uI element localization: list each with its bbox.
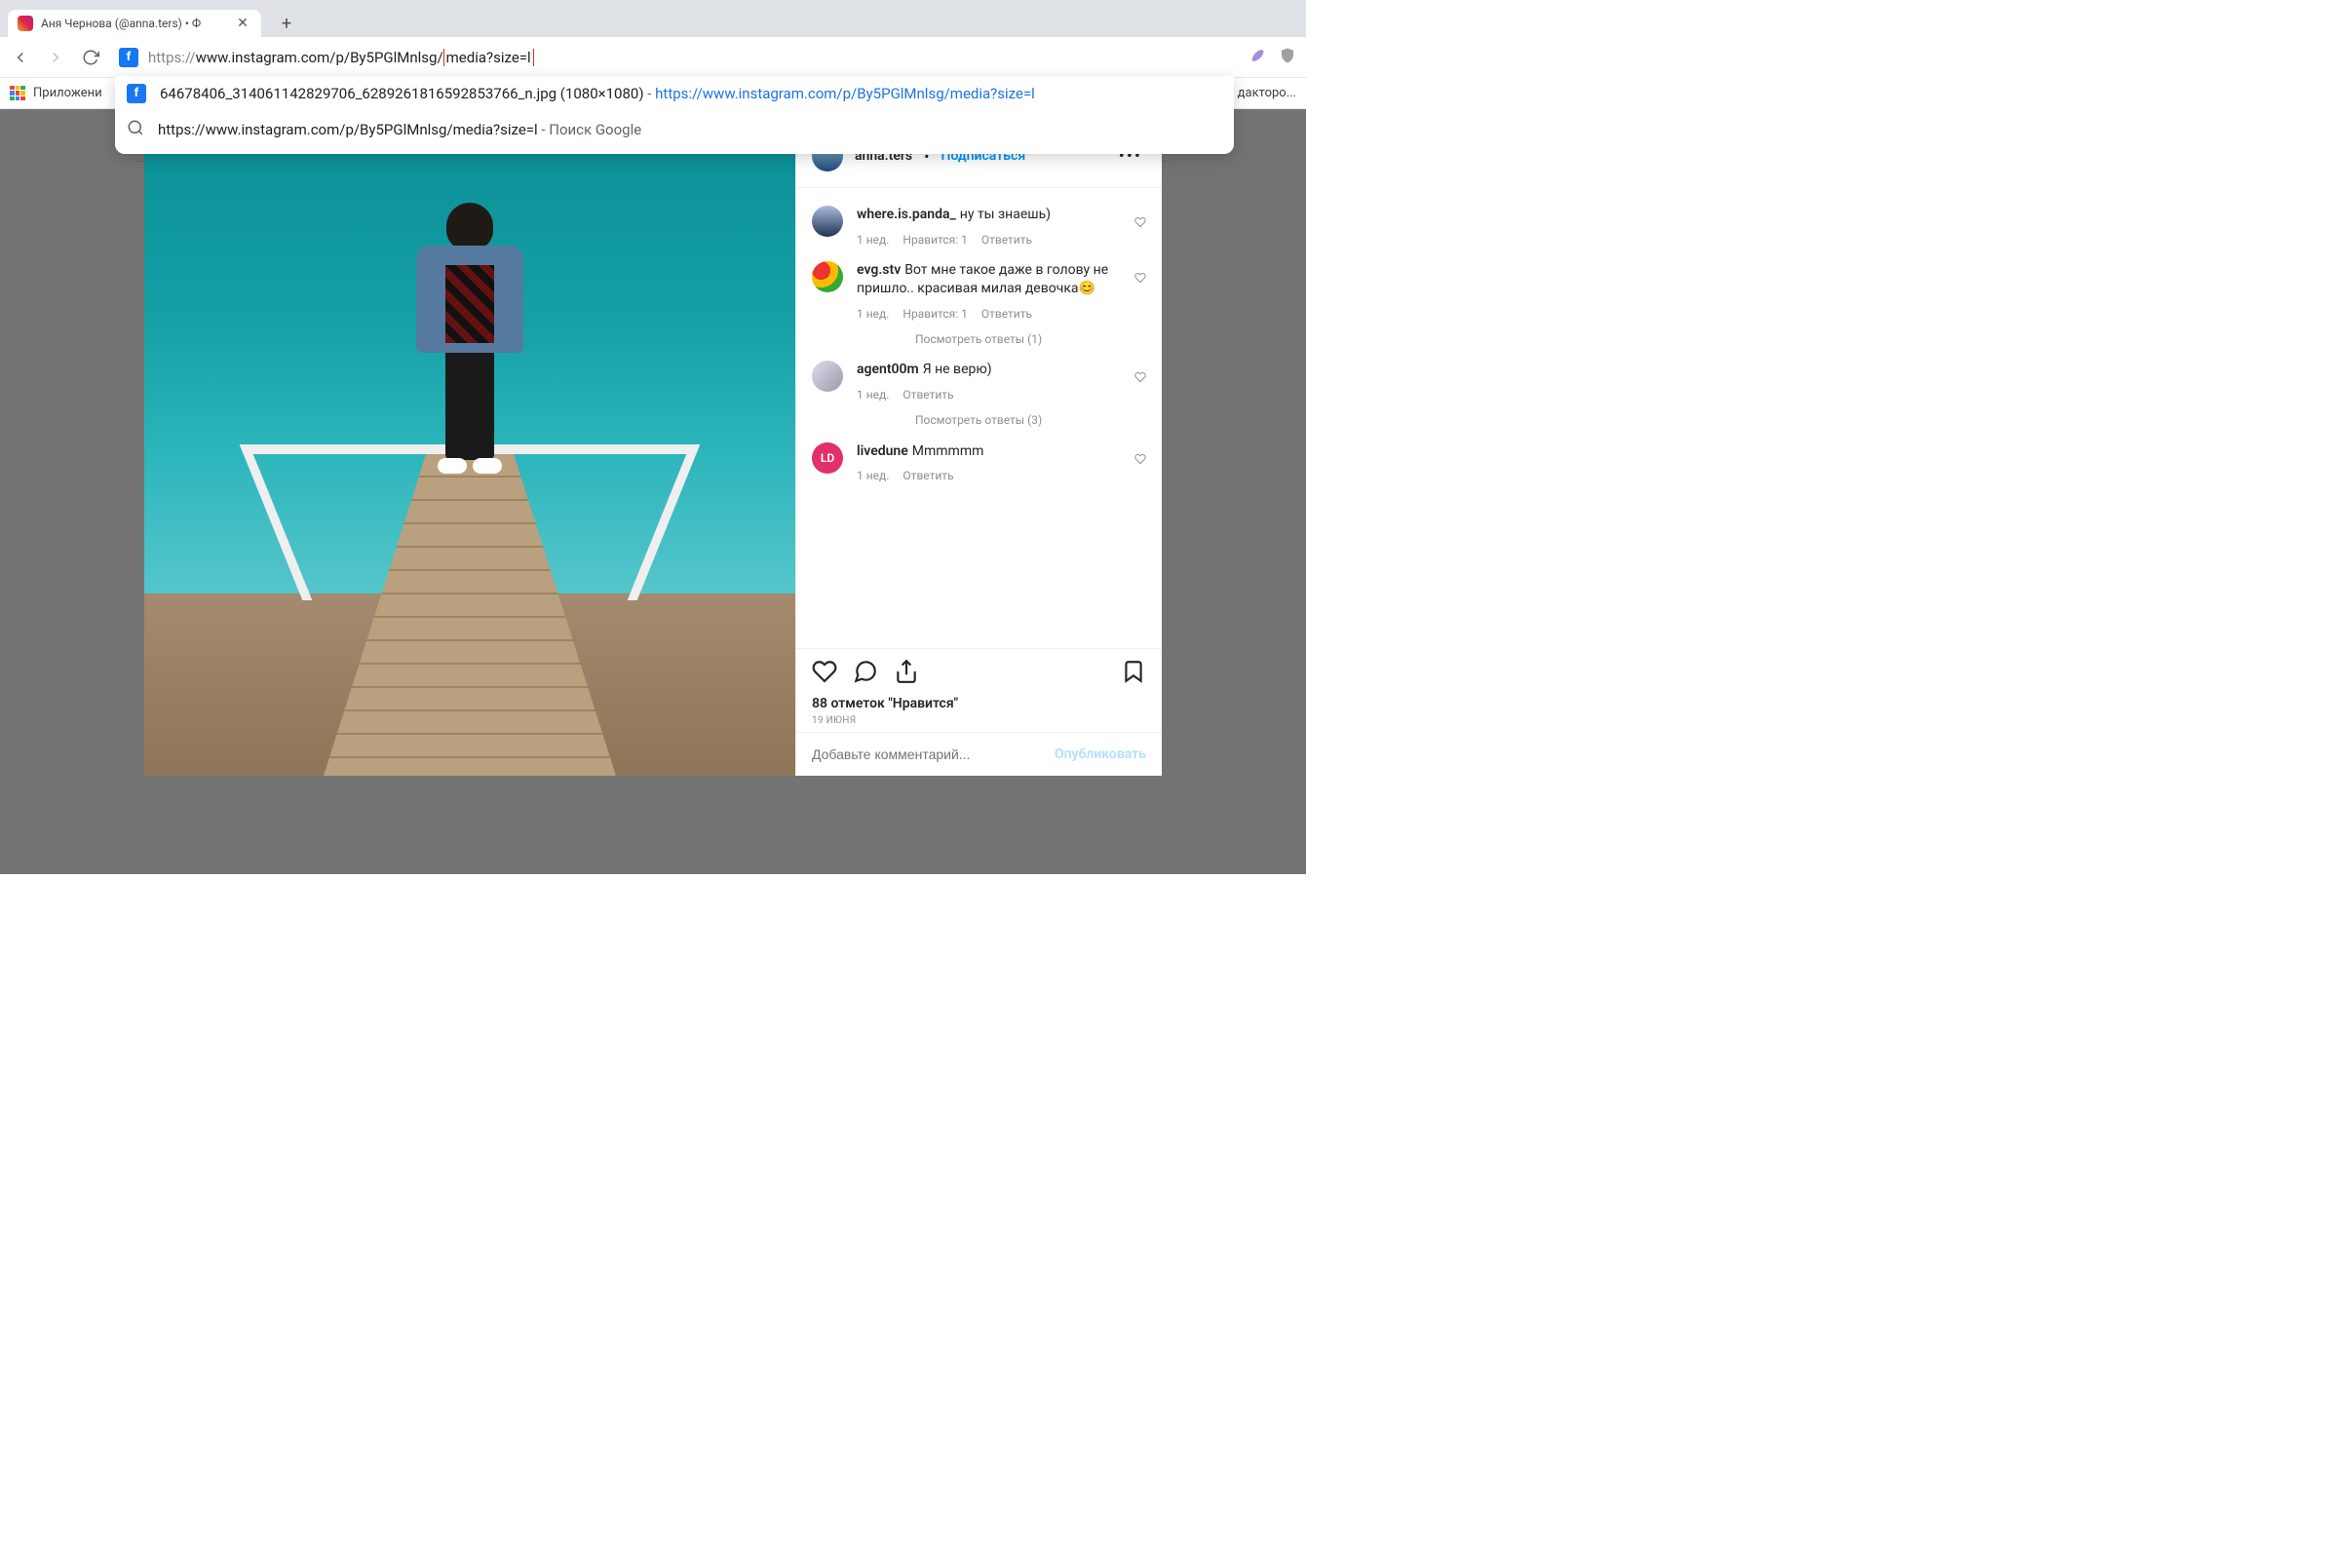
post-image[interactable] [144,125,795,776]
publish-button[interactable]: Опубликовать [1055,746,1146,762]
comment-time[interactable]: 1 нед. [857,468,889,483]
browser-tab[interactable]: Аня Чернова (@anna.ters) • Ф ✕ [8,10,261,37]
reload-button[interactable] [80,47,101,68]
post-date: 19 ИЮНЯ [812,715,1146,726]
comment-item: LD liveduneMmmmmm 1 нед. Ответить [812,433,1146,488]
post-modal: anna.ters • Подписаться ••• where.is.pan… [144,125,1162,776]
avatar[interactable] [812,361,843,392]
apps-icon[interactable] [10,86,25,101]
url-text: https://www.instagram.com/p/By5PGlMnlsg/… [148,49,1226,66]
add-comment-form: Опубликовать [796,732,1162,776]
comment-username[interactable]: where.is.panda_ [857,207,956,222]
comment-username[interactable]: evg.stv [857,262,901,278]
tab-bar: Аня Чернова (@anna.ters) • Ф ✕ + [0,0,1306,37]
comment-item: where.is.panda_ ну ты знаешь) 1 нед. Нрав… [812,196,1146,251]
comment-likes[interactable]: Нравится: 1 [903,306,967,322]
url-suggestions: f 64678406_314061142829706_6289261816592… [115,76,1234,154]
instagram-favicon [18,16,33,31]
browser-toolbar: f https://www.instagram.com/p/By5PGlMnls… [0,37,1306,78]
comment-text: Mmmmmm [912,443,984,459]
view-replies-button[interactable]: Посмотреть ответы (1) [915,331,1042,347]
suggestion-text: 64678406_314061142829706_628926181659285… [160,85,1035,102]
save-button[interactable] [1121,659,1146,688]
comment-time[interactable]: 1 нед. [857,387,889,402]
post-actions: 88 отметок "Нравится" 19 ИЮНЯ [796,648,1162,732]
like-comment-icon[interactable] [1134,450,1146,469]
comment-time[interactable]: 1 нед. [857,306,889,322]
tab-title: Аня Чернова (@anna.ters) • Ф [41,17,228,30]
comment-text: ну ты знаешь) [960,207,1051,222]
shield-icon[interactable] [1279,47,1296,68]
avatar[interactable] [812,261,843,292]
likes-count[interactable]: 88 отметок "Нравится" [812,696,1146,711]
share-button[interactable] [894,659,919,688]
avatar[interactable] [812,206,843,237]
modal-overlay[interactable]: anna.ters • Подписаться ••• where.is.pan… [0,109,1306,874]
facebook-icon: f [119,48,138,67]
close-tab-icon[interactable]: ✕ [236,17,250,30]
suggestion-item[interactable]: f 64678406_314061142829706_6289261816592… [115,76,1234,111]
feather-icon[interactable] [1248,47,1265,68]
comment-username[interactable]: agent00m [857,362,919,377]
like-comment-icon[interactable] [1134,213,1146,232]
like-button[interactable] [812,659,837,688]
suggestion-text: https://www.instagram.com/p/By5PGlMnlsg/… [158,121,641,138]
forward-button[interactable] [45,47,66,68]
reply-button[interactable]: Ответить [903,387,953,402]
comment-button[interactable] [853,659,878,688]
reply-button[interactable]: Ответить [981,306,1032,322]
address-bar[interactable]: f https://www.instagram.com/p/By5PGlMnls… [115,43,1234,72]
facebook-icon: f [127,84,146,103]
like-comment-icon[interactable] [1134,368,1146,387]
like-comment-icon[interactable] [1134,269,1146,287]
avatar[interactable]: LD [812,442,843,474]
comment-input[interactable] [812,746,1045,762]
view-replies-button[interactable]: Посмотреть ответы (3) [915,412,1042,428]
comment-text: Я не верю) [923,362,992,377]
bookmark-item[interactable]: дакторо... [1238,86,1296,100]
comments-list: where.is.panda_ ну ты знаешь) 1 нед. Нрав… [796,188,1162,648]
reply-button[interactable]: Ответить [903,468,953,483]
comment-item: evg.stvВот мне такое даже в голову не пр… [812,251,1146,351]
reply-button[interactable]: Ответить [981,232,1032,248]
bookmark-apps[interactable]: Приложени [33,86,102,100]
search-icon [127,119,144,140]
suggestion-item[interactable]: https://www.instagram.com/p/By5PGlMnlsg/… [115,111,1234,148]
comment-time[interactable]: 1 нед. [857,232,889,248]
comment-item: agent00m Я не верю) 1 нед. Ответить Посмо… [812,351,1146,432]
comment-username[interactable]: livedune [857,443,908,459]
back-button[interactable] [10,47,31,68]
comment-likes[interactable]: Нравится: 1 [903,232,967,248]
new-tab-button[interactable]: + [273,10,300,37]
